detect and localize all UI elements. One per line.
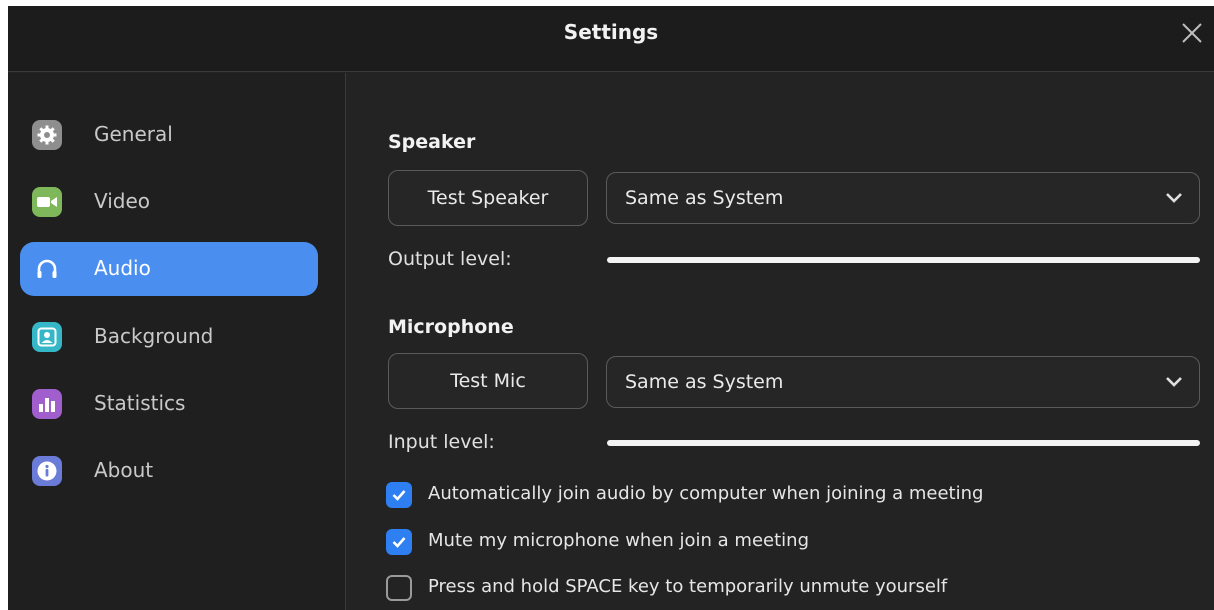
sidebar-item-label: Statistics xyxy=(94,391,186,415)
sidebar-item-general[interactable]: General xyxy=(20,108,318,162)
gear-icon xyxy=(32,120,62,150)
sidebar-item-about[interactable]: About xyxy=(20,444,318,498)
sidebar-item-video[interactable]: Video xyxy=(20,175,318,229)
info-icon xyxy=(32,456,62,486)
input-level-label: Input level: xyxy=(388,431,495,453)
auto-join-audio-checkbox[interactable] xyxy=(386,482,412,508)
audio-settings-panel: Speaker Test Speaker Same as System Outp… xyxy=(348,73,1214,610)
microphone-device-value: Same as System xyxy=(625,371,784,393)
mute-mic-on-join-label: Mute my microphone when join a meeting xyxy=(428,530,810,551)
input-level-meter xyxy=(607,440,1200,446)
speaker-heading: Speaker xyxy=(388,131,476,153)
portrait-icon xyxy=(32,322,62,352)
close-icon xyxy=(1182,23,1202,43)
auto-join-audio-label: Automatically join audio by computer whe… xyxy=(428,483,984,504)
title-bar: Settings xyxy=(8,6,1214,72)
sidebar: General Video Audio Background Statistic… xyxy=(8,73,346,610)
window-title: Settings xyxy=(563,20,659,44)
output-level-meter xyxy=(607,257,1200,263)
test-speaker-button[interactable]: Test Speaker xyxy=(388,170,588,226)
checkmark-icon xyxy=(392,537,406,548)
video-camera-icon xyxy=(32,187,62,217)
test-mic-button[interactable]: Test Mic xyxy=(388,353,588,409)
sidebar-item-background[interactable]: Background xyxy=(20,310,318,364)
microphone-device-select[interactable]: Same as System xyxy=(606,356,1200,408)
sidebar-item-label: Background xyxy=(94,324,214,348)
bar-chart-icon xyxy=(32,389,62,419)
sidebar-item-audio[interactable]: Audio xyxy=(20,242,318,296)
mute-mic-on-join-checkbox[interactable] xyxy=(386,529,412,555)
chevron-down-icon xyxy=(1166,377,1182,387)
sidebar-item-label: General xyxy=(94,122,173,146)
sidebar-item-label: Video xyxy=(94,189,151,213)
checkmark-icon xyxy=(392,490,406,501)
speaker-device-value: Same as System xyxy=(625,187,784,209)
sidebar-item-label: Audio xyxy=(94,256,151,280)
settings-window: Settings General Video Audio Background … xyxy=(8,6,1214,610)
push-to-talk-label: Press and hold SPACE key to temporarily … xyxy=(428,576,948,597)
sidebar-item-label: About xyxy=(94,458,154,482)
chevron-down-icon xyxy=(1166,193,1182,203)
sidebar-item-statistics[interactable]: Statistics xyxy=(20,377,318,431)
speaker-device-select[interactable]: Same as System xyxy=(606,172,1200,224)
output-level-label: Output level: xyxy=(388,248,512,270)
headphones-icon xyxy=(32,254,62,284)
microphone-heading: Microphone xyxy=(388,316,514,338)
close-button[interactable] xyxy=(1178,19,1206,47)
push-to-talk-checkbox[interactable] xyxy=(386,575,412,601)
